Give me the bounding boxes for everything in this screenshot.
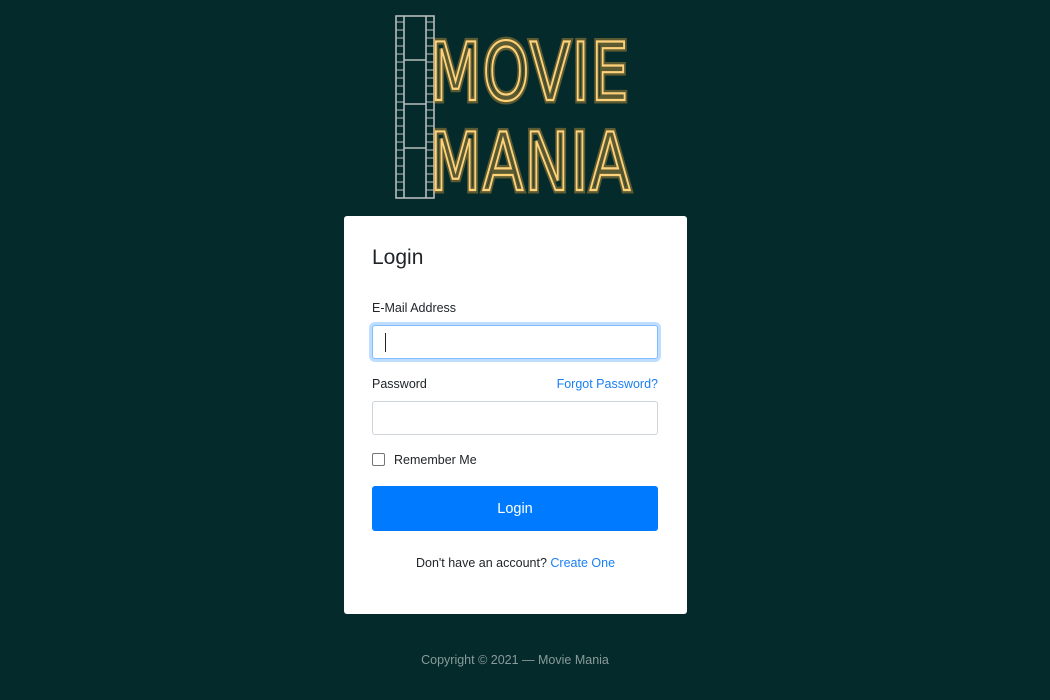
signup-prompt: Don't have an account? Create One xyxy=(344,556,687,570)
logo-line2: MANIA xyxy=(430,116,632,202)
login-button[interactable]: Login xyxy=(372,486,658,531)
remember-me-checkbox[interactable] xyxy=(372,453,385,466)
film-strip-icon xyxy=(395,15,435,199)
forgot-password-link[interactable]: Forgot Password? xyxy=(557,377,658,391)
remember-me-label[interactable]: Remember Me xyxy=(394,453,477,467)
login-card: Login E-Mail Address Password Forgot Pas… xyxy=(344,216,687,614)
footer-copyright: Copyright © 2021 — Movie Mania xyxy=(421,653,609,667)
movie-mania-logo: MOVIE MANIA MOVIE MANIA xyxy=(390,12,640,202)
password-input[interactable] xyxy=(372,401,658,435)
password-label: Password xyxy=(372,377,427,391)
login-title: Login xyxy=(372,246,424,269)
create-account-link[interactable]: Create One xyxy=(550,556,615,570)
logo-line1: MOVIE xyxy=(430,26,630,119)
email-input[interactable] xyxy=(372,325,658,359)
text-caret xyxy=(385,333,386,352)
logo-graphic: MOVIE MANIA MOVIE MANIA xyxy=(395,15,634,202)
signup-prompt-text: Don't have an account? xyxy=(415,556,547,570)
email-label: E-Mail Address xyxy=(372,301,457,315)
